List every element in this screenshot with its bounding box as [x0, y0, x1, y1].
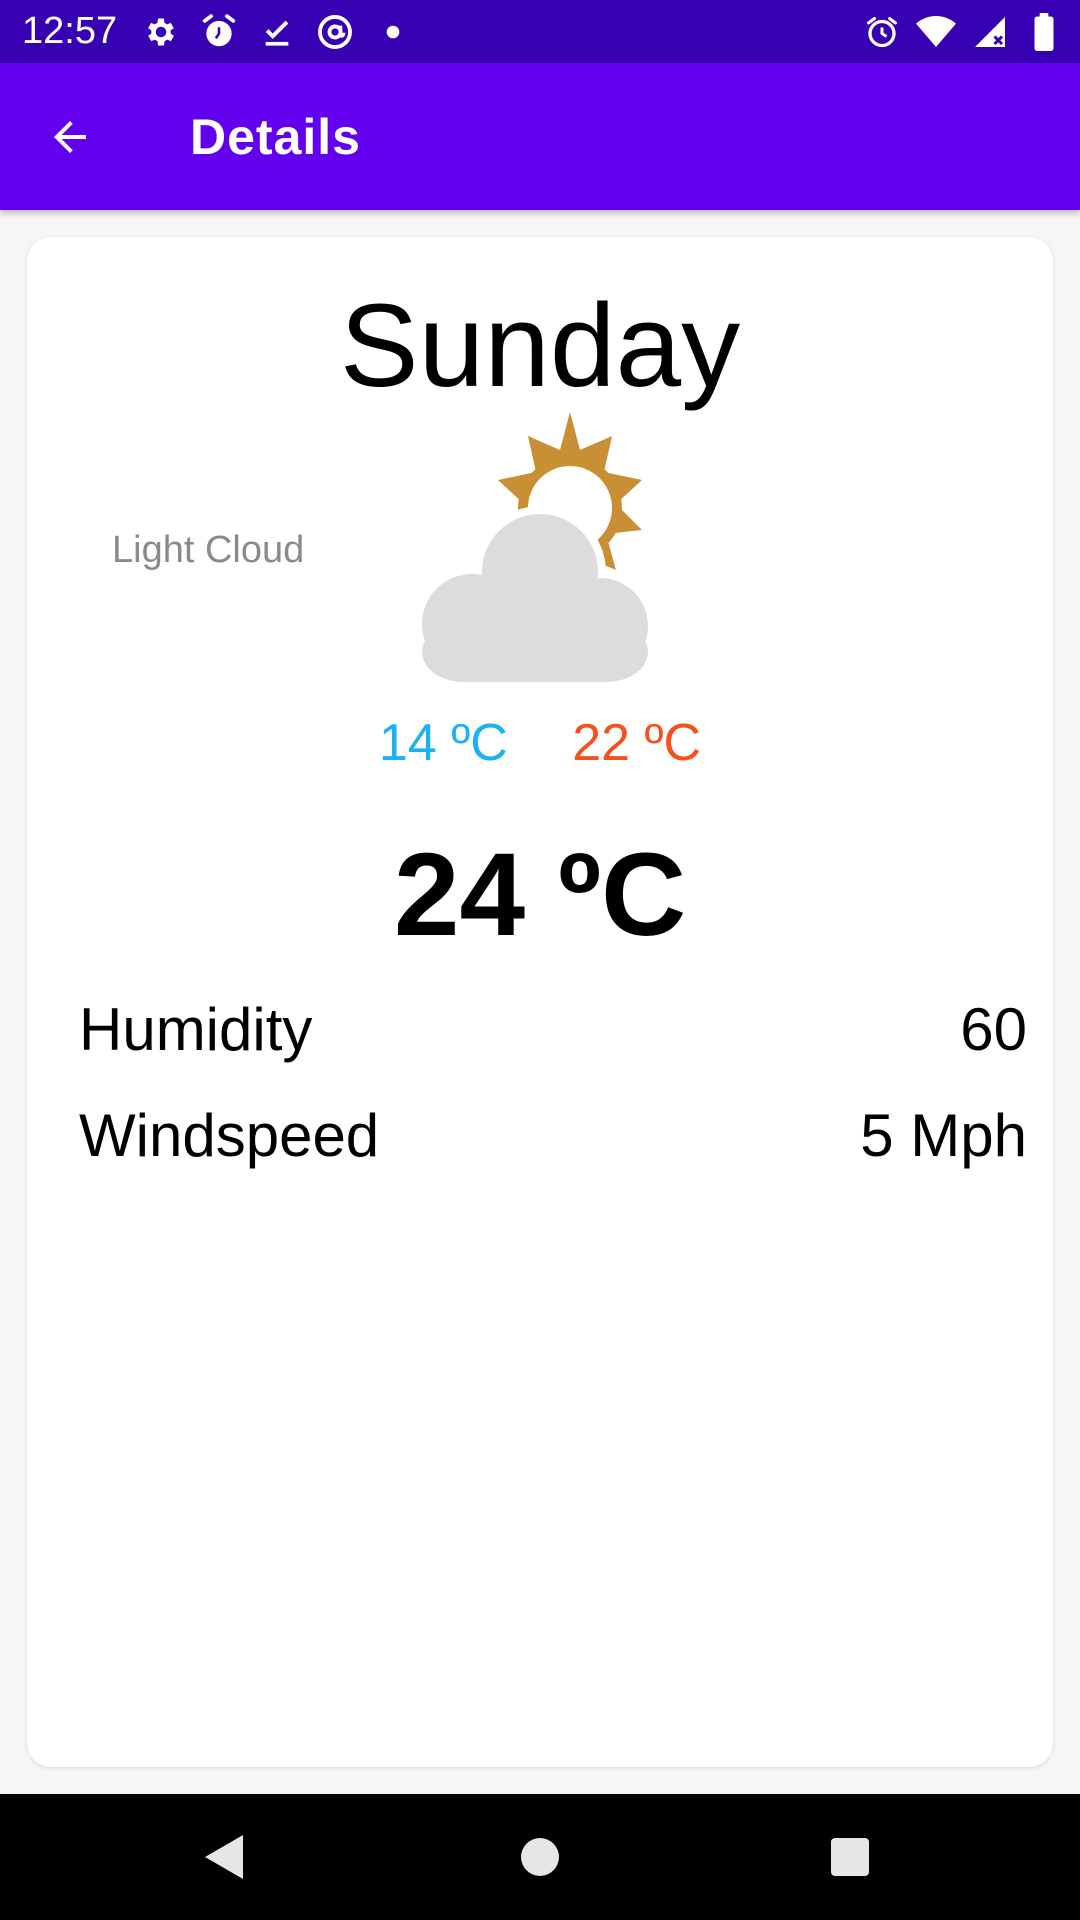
home-circle-icon [521, 1838, 559, 1876]
humidity-value: 60 [960, 996, 1027, 1063]
alarm-icon [862, 11, 902, 53]
back-button[interactable] [30, 97, 110, 177]
download-done-icon [256, 11, 298, 53]
status-icons-left [140, 10, 430, 54]
battery-icon [1024, 11, 1064, 53]
current-temp: 24 ºC [393, 829, 687, 961]
status-time: 12:57 [22, 10, 118, 52]
signal-icon [970, 11, 1010, 53]
alarm-clock-icon [198, 11, 240, 53]
status-bar: 12:57 [0, 0, 1080, 63]
settings-icon [140, 11, 182, 53]
max-temp: 22 ºC [572, 714, 702, 772]
recents-square-icon [831, 1838, 869, 1876]
at-sign-icon [314, 11, 356, 53]
humidity-label: Humidity [79, 996, 313, 1063]
screen: 12:57 Details Sunday Light Cloud 14 ºC 2… [0, 0, 1080, 1920]
day-name: Sunday [339, 280, 741, 412]
page-title: Details [190, 109, 361, 165]
min-temp: 14 ºC [378, 714, 508, 772]
arrow-left-icon [54, 121, 86, 153]
humidity-row: Humidity 60 [79, 994, 1027, 1066]
wifi-icon [916, 11, 956, 53]
dot-icon [372, 11, 414, 53]
weather-detail-card: Sunday Light Cloud 14 ºC 22 ºC 24 ºC Hum [27, 237, 1053, 1767]
nav-home-button[interactable] [505, 1822, 575, 1892]
nav-recents-button[interactable] [815, 1822, 885, 1892]
min-max-temp-row: 14 ºC 22 ºC [27, 712, 1053, 774]
back-triangle-icon [205, 1835, 243, 1879]
app-bar: Details [0, 63, 1080, 210]
windspeed-row: Windspeed 5 Mph [79, 1100, 1027, 1172]
windspeed-value: 5 Mph [860, 1102, 1027, 1169]
nav-back-button[interactable] [190, 1822, 260, 1892]
condition-text: Light Cloud [112, 529, 305, 571]
sun-behind-cloud-icon [416, 412, 652, 682]
system-nav-bar [0, 1794, 1080, 1920]
status-icons-right [848, 10, 1064, 54]
windspeed-label: Windspeed [79, 1102, 380, 1169]
